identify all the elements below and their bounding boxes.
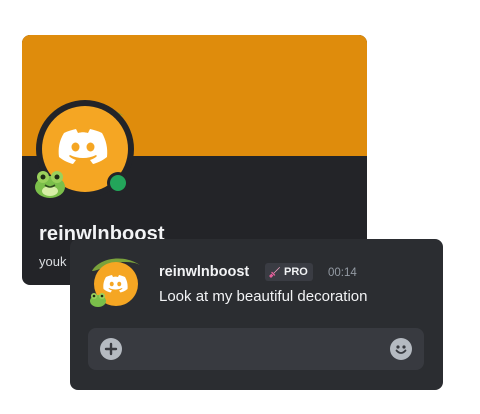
avatar-decoration-frog-leaf-icon bbox=[35, 100, 134, 198]
pink-sword-icon bbox=[269, 267, 280, 278]
add-attachment-button[interactable] bbox=[100, 338, 122, 360]
message-timestamp: 00:14 bbox=[328, 267, 357, 279]
message-input[interactable] bbox=[88, 328, 424, 370]
pro-badge-label: PRO bbox=[284, 266, 308, 278]
frog-icon bbox=[90, 293, 106, 307]
plus-circle-icon bbox=[104, 342, 118, 356]
chat-message-panel: reinwlnboost PRO 00:14 Look at my beauti… bbox=[70, 239, 443, 390]
message-text: Look at my beautiful decoration bbox=[159, 288, 368, 305]
profile-handle: youk bbox=[39, 254, 67, 269]
smiley-emoji-icon bbox=[395, 345, 407, 354]
message-avatar[interactable] bbox=[88, 255, 144, 311]
emoji-picker-button[interactable] bbox=[390, 338, 412, 360]
pro-badge[interactable]: PRO bbox=[265, 263, 313, 281]
message-username[interactable]: reinwlnboost bbox=[159, 264, 249, 280]
profile-avatar[interactable] bbox=[30, 97, 140, 207]
